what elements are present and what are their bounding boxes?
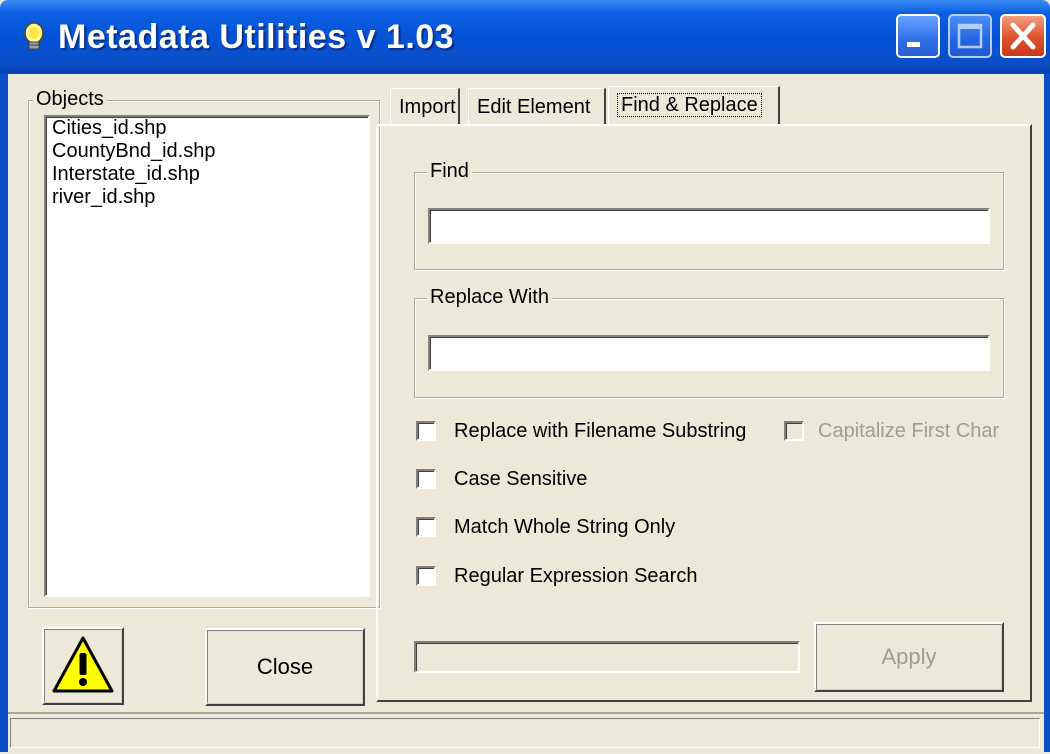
list-item[interactable]: Interstate_id.shp: [46, 163, 368, 186]
replace-label: Replace With: [427, 286, 552, 309]
progress-bar: [414, 641, 800, 673]
close-icon: [1010, 22, 1036, 50]
tab-edit-element[interactable]: Edit Element: [468, 88, 606, 124]
regex-option[interactable]: Regular Expression Search: [416, 561, 697, 591]
case-sensitive-option[interactable]: Case Sensitive: [416, 464, 587, 494]
match-whole-checkbox[interactable]: [416, 517, 436, 537]
replace-input[interactable]: [428, 335, 990, 371]
apply-button[interactable]: Apply: [814, 622, 1004, 692]
tab-import[interactable]: Import: [390, 88, 460, 124]
capitalize-first-checkbox: [784, 421, 804, 441]
tab-find-replace-label: Find & Replace: [617, 93, 762, 117]
minimize-button[interactable]: [896, 14, 940, 58]
case-sensitive-label: Case Sensitive: [454, 467, 588, 490]
window-frame-left: [0, 74, 8, 752]
tab-find-replace[interactable]: Find & Replace: [608, 86, 780, 126]
apply-button-label: Apply: [881, 644, 937, 669]
list-item[interactable]: CountyBnd_id.shp: [46, 140, 368, 163]
match-whole-label: Match Whole String Only: [454, 515, 676, 538]
list-item[interactable]: river_id.shp: [46, 186, 368, 209]
minimize-icon: [907, 42, 920, 47]
capitalize-first-option: Capitalize First Char: [784, 416, 999, 446]
window-frame-right: [1044, 74, 1050, 752]
maximize-button[interactable]: [948, 14, 992, 58]
match-whole-option[interactable]: Match Whole String Only: [416, 512, 675, 542]
window-title: Metadata Utilities v 1.03: [58, 18, 455, 56]
warning-icon: [52, 636, 114, 693]
filename-substring-label: Replace with Filename Substring: [454, 419, 747, 442]
capitalize-first-label: Capitalize First Char: [818, 419, 1000, 442]
regex-label: Regular Expression Search: [454, 564, 698, 587]
title-bar[interactable]: Metadata Utilities v 1.03: [0, 0, 1050, 74]
find-input[interactable]: [428, 208, 990, 244]
objects-list[interactable]: Cities_id.shp CountyBnd_id.shp Interstat…: [44, 115, 370, 597]
filename-substring-checkbox[interactable]: [416, 421, 436, 441]
close-button[interactable]: Close: [205, 628, 365, 706]
lightbulb-icon: [24, 22, 44, 50]
close-button-label: Close: [256, 654, 314, 679]
tab-import-label: Import: [399, 96, 456, 118]
filename-substring-option[interactable]: Replace with Filename Substring: [416, 416, 746, 446]
status-bar: [8, 712, 1044, 754]
regex-checkbox[interactable]: [416, 566, 436, 586]
close-window-button[interactable]: [1000, 14, 1046, 58]
status-text: [10, 718, 1040, 748]
case-sensitive-checkbox[interactable]: [416, 469, 436, 489]
find-label: Find: [427, 160, 472, 183]
list-item[interactable]: Cities_id.shp: [46, 117, 368, 140]
app-window: Metadata Utilities v 1.03 Objects Cities…: [0, 0, 1050, 752]
objects-label: Objects: [33, 88, 107, 111]
tab-edit-element-label: Edit Element: [477, 96, 591, 118]
warning-button[interactable]: [42, 627, 124, 705]
maximize-icon: [957, 23, 983, 49]
